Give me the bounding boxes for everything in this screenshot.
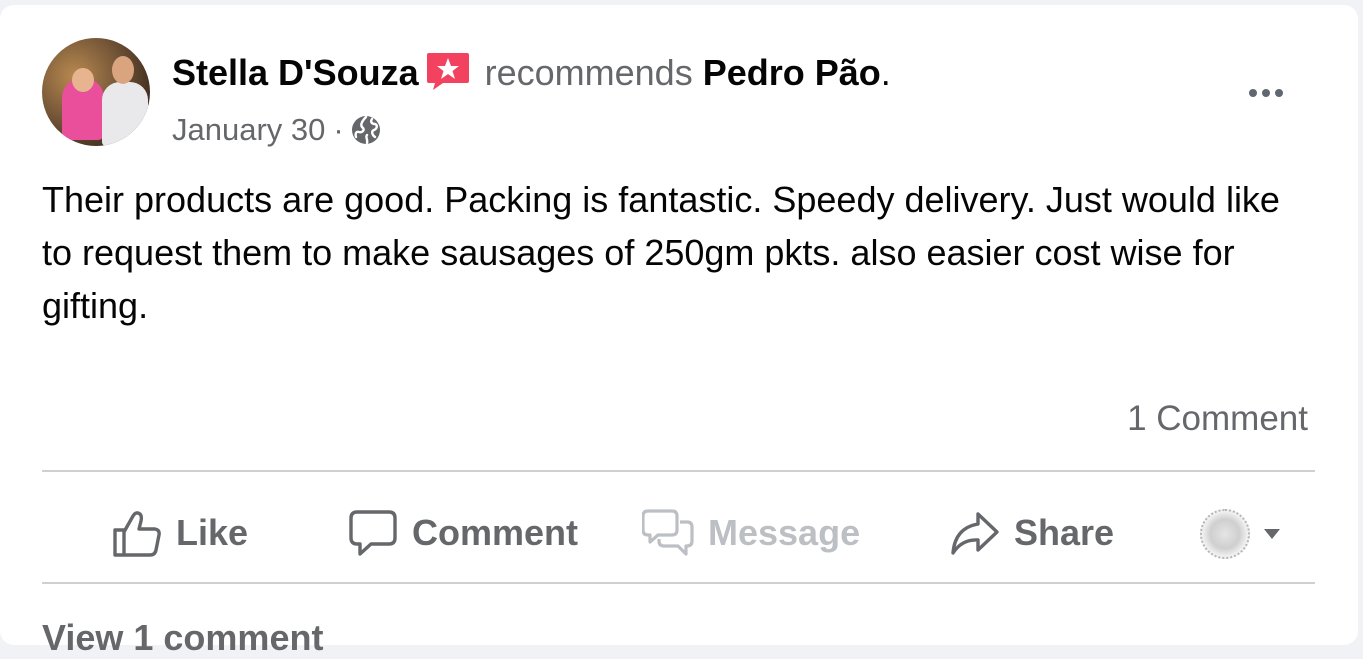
more-dot	[1249, 89, 1257, 97]
message-button[interactable]: Message	[642, 505, 860, 561]
post-date[interactable]: January 30	[172, 109, 325, 151]
share-button[interactable]: Share	[950, 505, 1114, 561]
avatar-figure	[102, 82, 148, 146]
post-meta: January 30 ·	[172, 109, 382, 151]
comments-count-link[interactable]: 1 Comment	[1127, 397, 1308, 441]
chevron-down-icon	[1264, 529, 1280, 539]
comment-label: Comment	[412, 512, 579, 553]
like-icon	[113, 511, 161, 557]
divider	[42, 470, 1315, 472]
more-dot	[1275, 89, 1283, 97]
view-comments-link[interactable]: View 1 comment	[42, 617, 323, 659]
more-options-button[interactable]	[1238, 73, 1294, 113]
share-label: Share	[1014, 512, 1115, 553]
author-name[interactable]: Stella D'Souza	[172, 52, 419, 93]
profile-thumbnail	[1200, 509, 1250, 559]
avatar-figure	[112, 56, 134, 84]
react-as-selector[interactable]	[1200, 507, 1282, 561]
share-icon	[951, 512, 999, 555]
message-label: Message	[708, 512, 861, 553]
message-icon	[642, 509, 694, 556]
header-period: .	[880, 52, 891, 93]
like-label: Like	[176, 512, 249, 553]
globe-icon[interactable]	[350, 114, 382, 146]
action-bar: Like Comment Message Share	[42, 479, 1315, 587]
post-body-text: Their products are good. Packing is fant…	[42, 179, 1280, 326]
comment-icon	[349, 510, 397, 556]
page-name-link[interactable]: Pedro Pão	[703, 52, 881, 93]
post-card: Stella D'Souza recommends Pedro Pão. Janu…	[0, 5, 1358, 658]
comment-button[interactable]: Comment	[348, 505, 578, 561]
divider	[42, 582, 1315, 584]
meta-separator: ·	[333, 112, 344, 147]
more-dot	[1262, 89, 1270, 97]
post-header: Stella D'Souza recommends Pedro Pão.	[172, 45, 891, 98]
recommends-verb: recommends	[484, 52, 693, 93]
author-avatar[interactable]	[42, 38, 150, 146]
like-button[interactable]: Like	[112, 505, 248, 561]
avatar-figure	[72, 68, 94, 92]
recommend-star-icon	[425, 51, 471, 91]
